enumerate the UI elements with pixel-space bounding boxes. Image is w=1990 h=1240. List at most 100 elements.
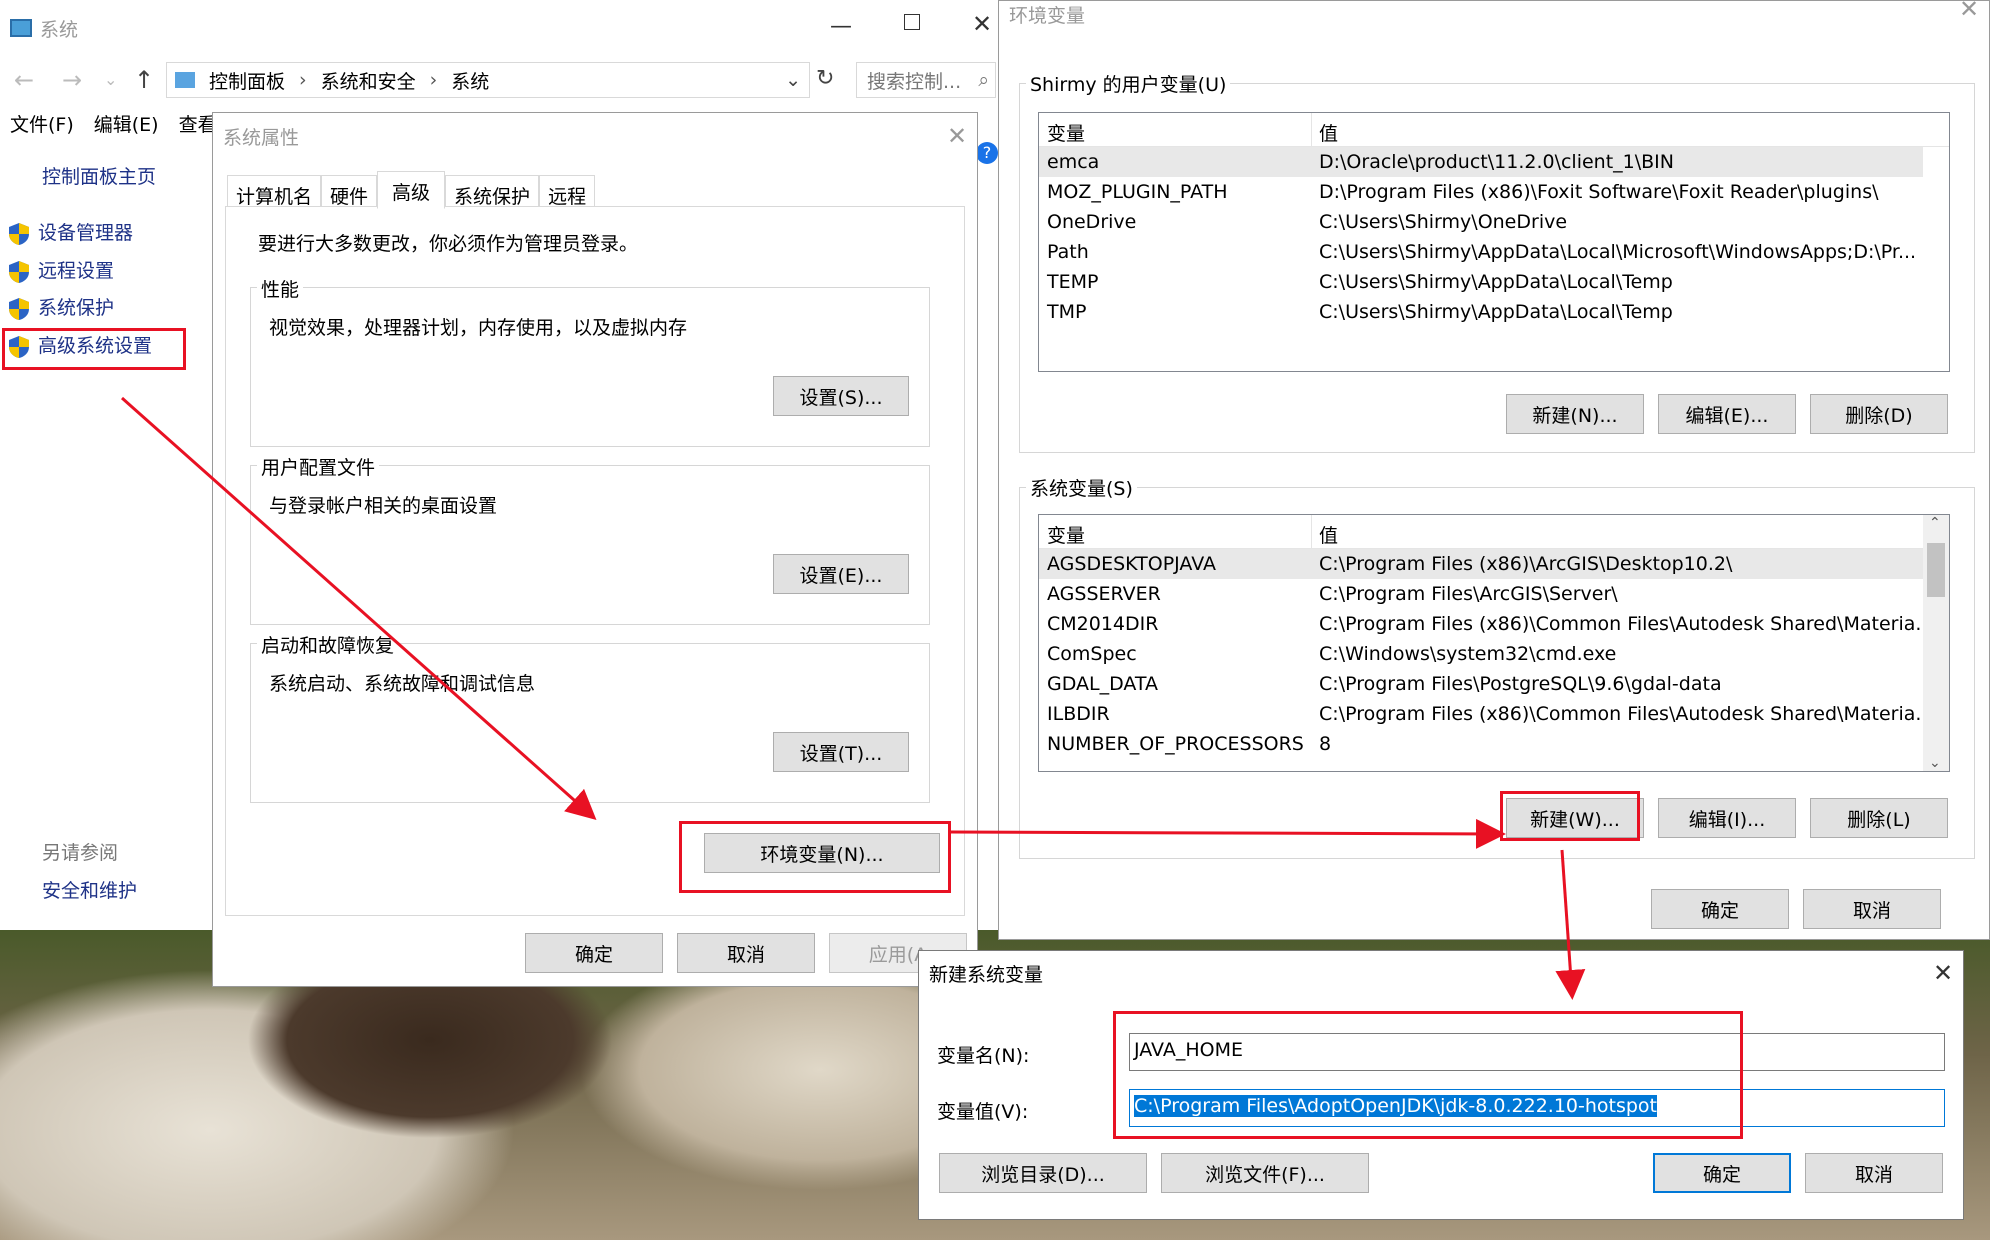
breadcrumb-item[interactable]: 控制面板 — [209, 67, 285, 94]
system-delete-button[interactable]: 删除(L) — [1810, 798, 1948, 838]
refresh-icon[interactable]: ↻ — [816, 66, 834, 91]
variable-value-label: 变量值(V): — [937, 1101, 1029, 1123]
cancel-button[interactable]: 取消 — [677, 933, 815, 973]
variable-name-label: 变量名(N): — [937, 1045, 1030, 1067]
link-security-maintenance[interactable]: 安全和维护 — [42, 876, 137, 903]
help-icon[interactable]: ? — [976, 142, 998, 164]
startup-recovery-settings-button[interactable]: 设置(T)... — [773, 732, 909, 772]
user-delete-button[interactable]: 删除(D) — [1810, 394, 1948, 434]
menu-bar: 文件(F) 编辑(E) 查看( — [10, 110, 224, 137]
search-box[interactable]: 搜索控制... ⌕ — [856, 62, 996, 98]
user-var-row[interactable]: emca D:\Oracle\product\11.2.0\client_1\BI… — [1047, 147, 1674, 177]
scrollbar-thumb[interactable] — [1927, 543, 1945, 597]
newvar-ok-button[interactable]: 确定 — [1653, 1153, 1791, 1193]
maximize-icon[interactable] — [904, 14, 920, 30]
ok-button[interactable]: 确定 — [525, 933, 663, 973]
system-var-row[interactable]: AGSSERVER C:\Program Files\ArcGIS\Server\ — [1047, 579, 1618, 609]
scroll-up-icon[interactable]: ⌃ — [1929, 515, 1941, 531]
breadcrumb-item[interactable]: 系统 — [451, 67, 489, 94]
address-bar[interactable]: 控制面板 › 系统和安全 › 系统 ⌄ — [166, 62, 810, 98]
see-also-title: 另请参阅 — [42, 842, 119, 864]
user-profiles-settings-button[interactable]: 设置(E)... — [773, 554, 909, 594]
link-device-manager[interactable]: 设备管理器 — [8, 218, 133, 246]
minimize-icon[interactable]: — — [830, 14, 852, 39]
var-name: AGSSERVER — [1047, 583, 1161, 605]
user-variables-group: Shirmy 的用户变量(U) 变量 值 emca D:\Oracle\produ… — [1019, 70, 1975, 453]
system-var-row[interactable]: CM2014DIR C:\Program Files (x86)\Common F… — [1047, 609, 1934, 639]
user-new-button[interactable]: 新建(N)... — [1506, 394, 1644, 434]
control-panel-home-link[interactable]: 控制面板主页 — [42, 162, 156, 189]
var-value: C:\Users\Shirmy\AppData\Local\Microsoft\… — [1319, 241, 1917, 263]
browse-directory-button[interactable]: 浏览目录(D)... — [939, 1153, 1147, 1193]
uac-shield-icon — [8, 260, 30, 284]
var-name: emca — [1047, 151, 1100, 173]
user-edit-button[interactable]: 编辑(E)... — [1658, 394, 1796, 434]
close-icon[interactable]: ✕ — [1923, 959, 1963, 987]
close-icon[interactable]: ✕ — [1949, 0, 1989, 23]
forward-arrow-icon[interactable]: → — [62, 66, 82, 94]
envvars-ok-button[interactable]: 确定 — [1651, 889, 1789, 929]
user-var-row[interactable]: TMP C:\Users\Shirmy\AppData\Local\Temp — [1047, 297, 1673, 327]
dropdown-chevron-icon[interactable]: ⌄ — [785, 69, 801, 91]
list-header: 变量 值 — [1039, 113, 1949, 147]
sysprops-titlebar: 系统属性 ✕ — [213, 113, 977, 159]
tab-system-protection[interactable]: 系统保护 — [445, 175, 540, 208]
system-var-row[interactable]: ILBDIR C:\Program Files (x86)\Common File… — [1047, 699, 1934, 729]
control-panel-icon — [175, 72, 195, 88]
user-var-row[interactable]: TEMP C:\Users\Shirmy\AppData\Local\Temp — [1047, 267, 1673, 297]
tab-remote[interactable]: 远程 — [539, 175, 596, 208]
menu-file[interactable]: 文件(F) — [10, 110, 74, 137]
col-header-value[interactable]: 值 — [1319, 119, 1338, 146]
vertical-scrollbar[interactable]: ⌃ ⌄ — [1923, 515, 1949, 771]
var-name: ComSpec — [1047, 643, 1137, 665]
newvar-titlebar: 新建系统变量 ✕ — [919, 951, 1963, 995]
system-variables-list[interactable]: 变量 值 AGSDESKTOPJAVA C:\Program Files (x86… — [1038, 514, 1950, 772]
link-remote-settings[interactable]: 远程设置 — [8, 256, 114, 284]
performance-group: 性能 视觉效果，处理器计划，内存使用，以及虚拟内存 设置(S)... — [250, 275, 930, 447]
link-label: 设备管理器 — [38, 222, 134, 244]
system-variables-group: 系统变量(S) 变量 值 AGSDESKTOPJAVA C:\Program Fi… — [1019, 474, 1975, 859]
highlight-env-button — [679, 821, 951, 893]
col-header-variable[interactable]: 变量 — [1047, 521, 1085, 548]
user-var-row[interactable]: OneDrive C:\Users\Shirmy\OneDrive — [1047, 207, 1567, 237]
close-icon[interactable]: ✕ — [937, 122, 977, 150]
browse-file-button[interactable]: 浏览文件(F)... — [1161, 1153, 1369, 1193]
system-var-row[interactable]: GDAL_DATA C:\Program Files\PostgreSQL\9.6… — [1047, 669, 1722, 699]
var-name: NUMBER_OF_PROCESSORS — [1047, 733, 1304, 755]
system-var-row[interactable]: NUMBER_OF_PROCESSORS 8 — [1047, 729, 1331, 759]
menu-edit[interactable]: 编辑(E) — [94, 110, 159, 137]
tab-advanced[interactable]: 高级 — [377, 171, 446, 209]
tab-hardware[interactable]: 硬件 — [321, 175, 378, 208]
var-name: Path — [1047, 241, 1089, 263]
up-arrow-icon[interactable]: ↑ — [134, 66, 154, 94]
var-name: TEMP — [1047, 271, 1099, 293]
tab-computer-name[interactable]: 计算机名 — [227, 175, 322, 208]
var-value: D:\Program Files (x86)\Foxit Software\Fo… — [1319, 181, 1879, 203]
newvar-cancel-button[interactable]: 取消 — [1805, 1153, 1943, 1193]
user-variables-list[interactable]: 变量 值 emca D:\Oracle\product\11.2.0\client… — [1038, 112, 1950, 372]
highlight-system-new — [1500, 791, 1640, 841]
close-icon[interactable]: ✕ — [972, 10, 992, 38]
system-var-row[interactable]: AGSDESKTOPJAVA C:\Program Files (x86)\Arc… — [1047, 549, 1732, 579]
breadcrumb-item[interactable]: 系统和安全 — [321, 67, 416, 94]
col-header-value[interactable]: 值 — [1319, 521, 1338, 548]
system-title: 系统 — [40, 18, 79, 41]
system-navbar: ← → ⌄ ↑ 控制面板 › 系统和安全 › 系统 ⌄ ↻ 搜索控制... ⌕ — [0, 58, 1000, 104]
var-name: ILBDIR — [1047, 703, 1110, 725]
system-edit-button[interactable]: 编辑(I)... — [1658, 798, 1796, 838]
user-var-row[interactable]: MOZ_PLUGIN_PATH D:\Program Files (x86)\Fo… — [1047, 177, 1879, 207]
link-system-protection[interactable]: 系统保护 — [8, 293, 114, 321]
col-header-variable[interactable]: 变量 — [1047, 119, 1085, 146]
system-var-row[interactable]: ComSpec C:\Windows\system32\cmd.exe — [1047, 639, 1616, 669]
new-system-variable-dialog: 新建系统变量 ✕ 变量名(N): JAVA_HOME 变量值(V): C:\Pr… — [918, 950, 1964, 1220]
performance-settings-button[interactable]: 设置(S)... — [773, 376, 909, 416]
var-name: GDAL_DATA — [1047, 673, 1159, 695]
environment-variables-dialog: 环境变量 ✕ Shirmy 的用户变量(U) 变量 值 emca D:\Oracl… — [998, 0, 1990, 940]
recent-chevron-icon[interactable]: ⌄ — [104, 70, 117, 89]
scroll-down-icon[interactable]: ⌄ — [1929, 755, 1941, 771]
envvars-cancel-button[interactable]: 取消 — [1803, 889, 1941, 929]
user-var-row[interactable]: Path C:\Users\Shirmy\AppData\Local\Micros… — [1047, 237, 1916, 267]
back-arrow-icon[interactable]: ← — [14, 66, 34, 94]
var-name: OneDrive — [1047, 211, 1137, 233]
performance-title: 性能 — [257, 275, 304, 302]
